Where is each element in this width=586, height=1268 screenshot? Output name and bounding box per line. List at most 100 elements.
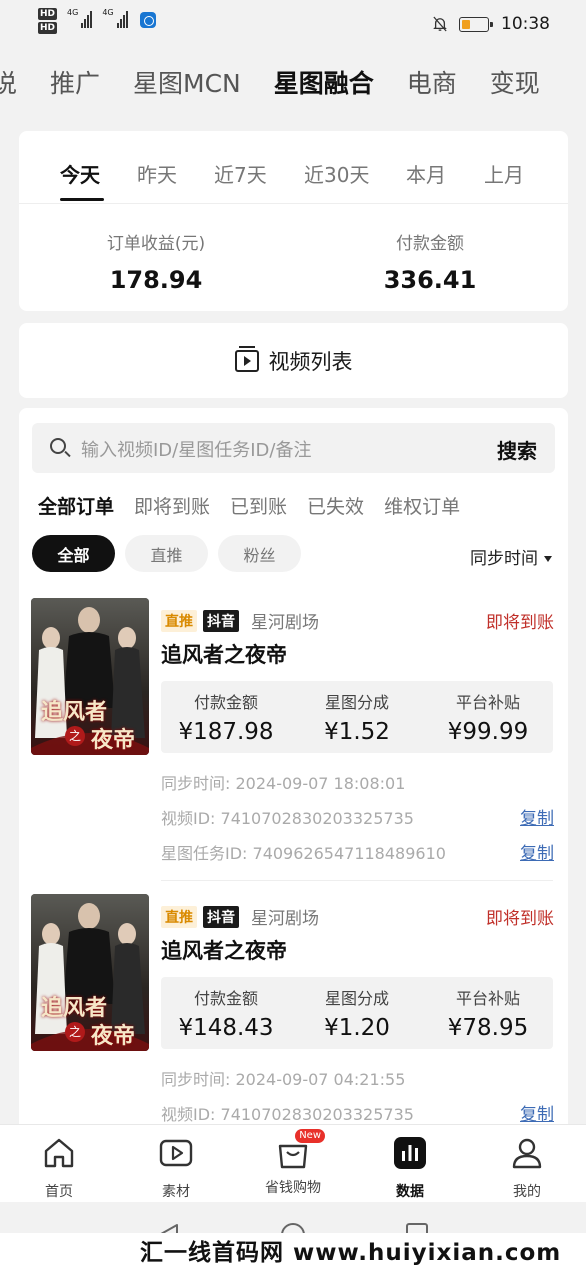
tab-shuo[interactable]: 说	[0, 62, 17, 106]
dropdown-arrow-icon	[544, 556, 552, 562]
copy-video-id-button[interactable]: 复制	[520, 804, 554, 829]
tab-received[interactable]: 已到账	[230, 492, 287, 519]
theater-name: 星河剧场	[251, 909, 319, 929]
platform-subsidy-value: ¥99.99	[447, 719, 529, 745]
hd-badge-2: HD	[38, 22, 58, 34]
tab-all-orders[interactable]: 全部订单	[38, 492, 114, 519]
date-tab-today[interactable]: 今天	[60, 159, 100, 188]
battery-icon	[459, 16, 493, 32]
tab-xingtu-mcn[interactable]: 星图MCN	[133, 62, 241, 106]
drama-poster: 追风者 之 夜帝	[31, 598, 149, 755]
sort-label: 同步时间	[470, 549, 538, 569]
video-list-label: 视频列表	[268, 349, 353, 374]
search-bar[interactable]: 输入视频ID/星图任务ID/备注 搜索	[32, 423, 555, 473]
filter-all[interactable]: 全部	[32, 535, 115, 572]
network-type-2: 4G	[102, 8, 114, 17]
nav-mine[interactable]: 我的	[487, 1135, 567, 1201]
user-icon	[512, 1138, 542, 1169]
tag-row: 直推 抖音 星河剧场	[161, 608, 319, 633]
platform-subsidy-label: 平台补贴	[455, 693, 520, 712]
summary-card: 今天 昨天 近7天 近30天 本月 上月 订单收益(元) 178.94 付款金额…	[19, 131, 568, 311]
pay-amount: 付款金额 ¥187.98	[161, 689, 291, 745]
filter-pills: 全部 直推 粉丝	[32, 535, 301, 572]
divider	[19, 203, 568, 204]
bell-off-icon	[433, 16, 447, 32]
platform-subsidy-value: ¥78.95	[447, 1015, 529, 1041]
nav-data[interactable]: 数据	[370, 1135, 450, 1201]
pay-amount-value: ¥187.98	[178, 719, 274, 745]
xingtu-share: 星图分成 ¥1.52	[292, 689, 422, 745]
order-income-stat: 订单收益(元) 178.94	[56, 229, 256, 294]
order-metrics: 付款金额 ¥187.98 星图分成 ¥1.52 平台补贴 ¥99.99	[161, 681, 553, 753]
hd-badge-1: HD	[38, 8, 58, 20]
order-status: 即将到账	[486, 909, 554, 929]
copy-video-id-button[interactable]: 复制	[520, 1100, 554, 1125]
payment-label: 付款金额	[396, 234, 464, 254]
date-tab-yesterday[interactable]: 昨天	[137, 159, 177, 188]
sync-time: 同步时间: 2024-09-07 18:08:01	[161, 774, 406, 793]
xingtu-share-label: 星图分成	[324, 693, 389, 712]
sync-time: 同步时间: 2024-09-07 04:21:55	[161, 1070, 406, 1089]
status-right: 10:38	[433, 14, 550, 34]
nav-material-label: 素材	[162, 1184, 190, 1200]
app-notification-icon	[139, 12, 156, 28]
tab-tuiguang[interactable]: 推广	[50, 62, 100, 106]
tab-invalid[interactable]: 已失效	[307, 492, 364, 519]
network-type-1: 4G	[67, 8, 79, 17]
video-list-button[interactable]: 视频列表	[19, 323, 568, 398]
tab-dispute[interactable]: 维权订单	[384, 492, 460, 519]
video-id: 视频ID: 7410702830203325735	[161, 809, 414, 828]
poster-title-3: 夜帝	[91, 1024, 136, 1049]
tab-bianxian[interactable]: 变现	[490, 62, 540, 106]
xingtu-share: 星图分成 ¥1.20	[292, 985, 422, 1041]
xingtu-share-value: ¥1.20	[324, 1015, 390, 1041]
pay-amount-label: 付款金额	[193, 693, 258, 712]
date-tab-30days[interactable]: 近30天	[304, 159, 369, 188]
tab-dianshang[interactable]: 电商	[407, 62, 457, 106]
theater-name: 星河剧场	[251, 613, 319, 633]
nav-material[interactable]: 素材	[136, 1135, 216, 1201]
tab-xingtu-ronghe[interactable]: 星图融合	[274, 62, 374, 106]
xingtu-share-label: 星图分成	[324, 989, 389, 1008]
date-tab-7days[interactable]: 近7天	[214, 159, 267, 188]
bottom-nav: 首页 素材 New 省钱购物 数据 我的	[0, 1124, 586, 1202]
pay-amount-label: 付款金额	[193, 989, 258, 1008]
direct-tag: 直推	[161, 609, 197, 632]
nav-shopping[interactable]: New 省钱购物	[253, 1129, 333, 1197]
payment-value: 336.41	[383, 266, 477, 294]
nav-home[interactable]: 首页	[19, 1135, 99, 1201]
search-icon	[50, 438, 66, 454]
filter-fans[interactable]: 粉丝	[218, 535, 301, 572]
date-range-tabs: 今天 昨天 近7天 近30天 本月 上月	[19, 159, 568, 203]
watermark-banner: 汇一线首码网 www.huiyixian.com	[0, 1233, 586, 1268]
filter-direct[interactable]: 直推	[125, 535, 208, 572]
active-date-indicator	[60, 198, 104, 201]
tag-row: 直推 抖音 星河剧场	[161, 904, 319, 929]
drama-poster: 追风者 之 夜帝	[31, 894, 149, 1051]
nav-data-label: 数据	[396, 1184, 424, 1200]
status-left: HD HD 4G 4G	[38, 8, 156, 34]
date-tab-this-month[interactable]: 本月	[406, 159, 446, 188]
pay-amount-value: ¥148.43	[178, 1015, 274, 1041]
top-tab-bar: 说 推广 星图MCN 星图融合 电商 变现	[0, 62, 573, 106]
play-icon	[159, 1139, 193, 1167]
orders-card: 输入视频ID/星图任务ID/备注 搜索 全部订单 即将到账 已到账 已失效 维权…	[19, 408, 568, 1148]
signal-icon-2: 4G	[102, 8, 128, 28]
payment-stat: 付款金额 336.41	[330, 229, 530, 294]
pay-amount: 付款金额 ¥148.43	[161, 985, 291, 1041]
order-status-tabs: 全部订单 即将到账 已到账 已失效 维权订单	[38, 492, 460, 519]
search-input[interactable]: 输入视频ID/星图任务ID/备注	[81, 436, 311, 462]
shopping-bag-icon-wrap: New	[275, 1129, 325, 1171]
platform-subsidy: 平台补贴 ¥78.95	[423, 985, 553, 1041]
date-tab-last-month[interactable]: 上月	[484, 159, 524, 188]
copy-task-id-button[interactable]: 复制	[520, 839, 554, 864]
search-button[interactable]: 搜索	[497, 435, 537, 464]
sort-sync-time[interactable]: 同步时间	[470, 544, 552, 569]
tab-pending[interactable]: 即将到账	[134, 492, 210, 519]
hd-indicators: HD HD	[38, 8, 58, 34]
poster-title-2: 之	[65, 726, 85, 746]
direct-tag: 直推	[161, 905, 197, 928]
nav-shopping-label: 省钱购物	[265, 1180, 321, 1196]
order-income-label: 订单收益(元)	[106, 234, 206, 254]
douyin-tag: 抖音	[203, 609, 239, 632]
